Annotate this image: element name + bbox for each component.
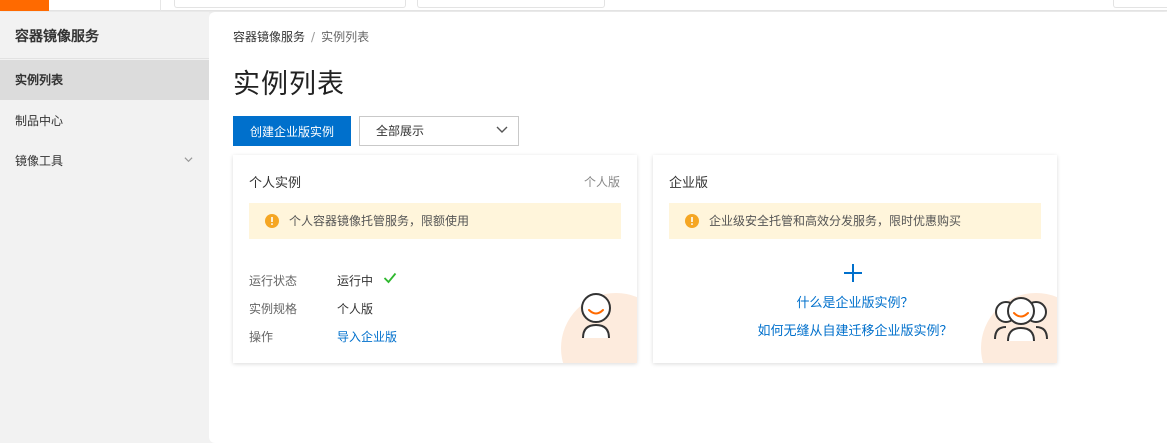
detail-key: 操作	[249, 330, 274, 344]
top-navigation-bar	[0, 0, 1167, 11]
sidebar-item-artifact-center[interactable]: 制品中心	[0, 101, 209, 141]
detail-key: 实例规格	[249, 302, 298, 316]
breadcrumb-divider: /	[311, 30, 316, 44]
user-avatar-icon	[581, 293, 611, 339]
instance-filter-select[interactable]: 全部展示	[359, 116, 519, 146]
sidebar-item-label: 实例列表	[15, 73, 64, 87]
check-icon	[383, 272, 397, 284]
breadcrumb-root-link[interactable]: 容器镜像服务	[233, 30, 305, 44]
sidebar-divider	[0, 58, 209, 59]
chevron-down-icon[interactable]	[184, 155, 193, 164]
personal-instance-card[interactable]: 个人实例 个人版 个人容器镜像托管服务，限额使用 运行状态 运行中 实例规格 个…	[233, 155, 637, 363]
card-title: 个人实例	[249, 176, 302, 191]
main-content: 容器镜像服务 / 实例列表 实例列表 创建企业版实例 全部展示 个人实例 个人版 个…	[209, 12, 1167, 443]
page-title: 实例列表	[233, 69, 345, 100]
warning-circle-icon	[685, 214, 699, 228]
sidebar-item-label: 镜像工具	[15, 154, 64, 168]
sidebar-item-image-tools[interactable]: 镜像工具	[0, 141, 209, 181]
sidebar: 容器镜像服务 实例列表 制品中心 镜像工具	[0, 12, 209, 443]
notice-text: 个人容器镜像托管服务，限额使用	[289, 214, 470, 228]
breadcrumb: 容器镜像服务 / 实例列表	[233, 28, 369, 45]
edition-tag: 个人版	[583, 175, 620, 189]
sidebar-title: 容器镜像服务	[15, 29, 99, 45]
notice-banner: 企业级安全托管和高效分发服务，限时优惠购买	[669, 203, 1041, 239]
card-title: 企业版	[669, 176, 709, 191]
detail-key: 运行状态	[249, 274, 298, 288]
top-nav-item[interactable]	[1113, 0, 1167, 8]
top-nav-item[interactable]	[417, 0, 605, 8]
warning-circle-icon	[265, 214, 279, 228]
detail-value: 运行中	[337, 274, 374, 288]
enterprise-instance-card[interactable]: 企业版 企业级安全托管和高效分发服务，限时优惠购买 什么是企业版实例？ 如何无缝…	[653, 155, 1057, 363]
sidebar-item-label: 制品中心	[15, 114, 64, 128]
import-enterprise-link[interactable]: 导入企业版	[337, 328, 397, 345]
create-enterprise-instance-button[interactable]: 创建企业版实例	[233, 116, 351, 146]
plus-icon[interactable]	[843, 263, 863, 283]
detail-value: 个人版	[337, 302, 374, 316]
top-nav-item[interactable]	[174, 0, 406, 8]
top-bar-divider	[160, 0, 161, 11]
notice-text: 企业级安全托管和高效分发服务，限时优惠购买	[709, 214, 962, 228]
user-group-icon	[994, 297, 1048, 341]
chevron-down-icon	[496, 126, 508, 133]
select-value: 全部展示	[376, 124, 425, 138]
sidebar-item-instance-list[interactable]: 实例列表	[0, 60, 209, 100]
breadcrumb-current: 实例列表	[321, 30, 370, 44]
brand-logo[interactable]	[0, 0, 49, 11]
notice-banner: 个人容器镜像托管服务，限额使用	[249, 203, 621, 239]
